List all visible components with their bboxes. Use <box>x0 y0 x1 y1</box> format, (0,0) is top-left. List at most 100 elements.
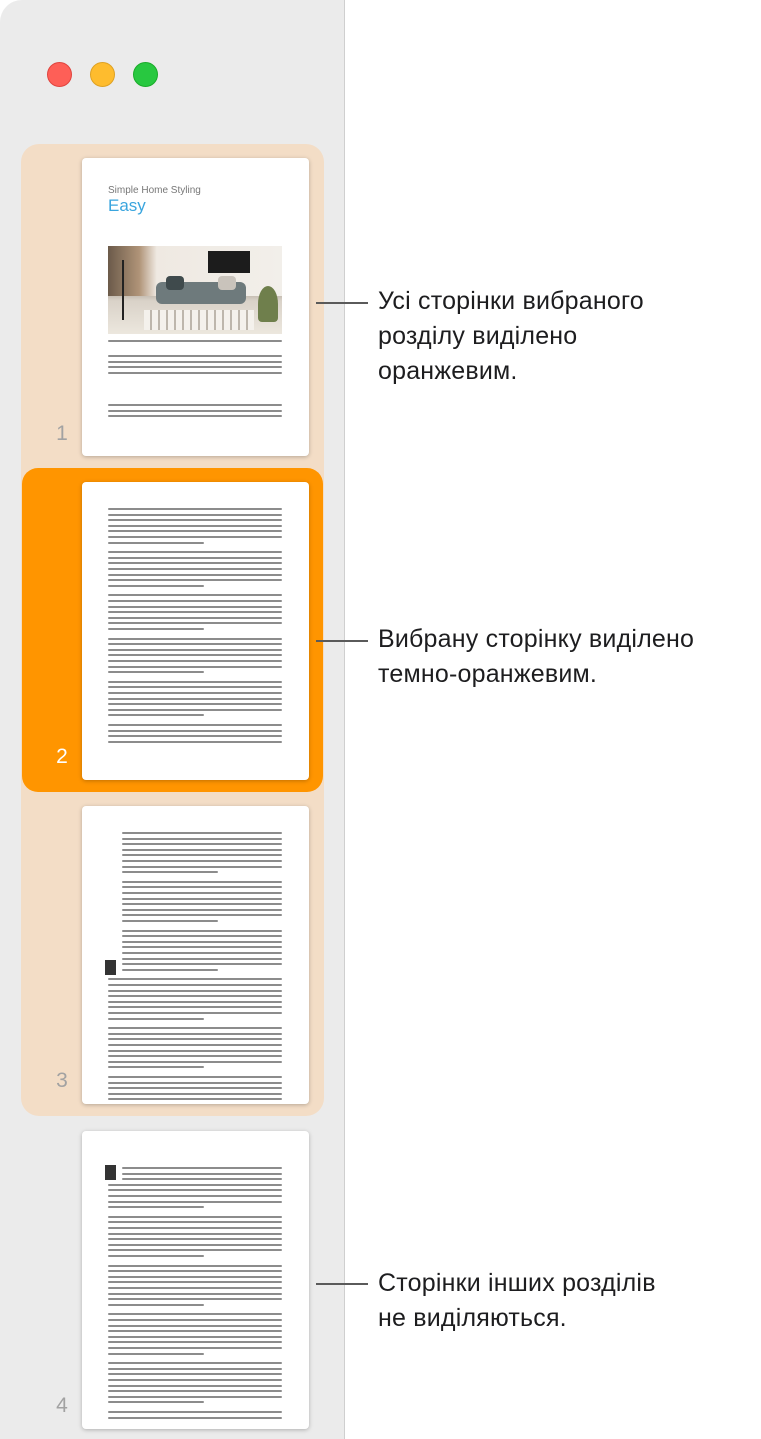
text-line <box>108 1215 282 1218</box>
page-thumbnail-2[interactable] <box>82 482 309 780</box>
text-line <box>108 735 282 738</box>
text-line <box>108 1032 282 1035</box>
text-line <box>108 1000 282 1003</box>
text-line <box>108 714 204 717</box>
text-line <box>122 914 282 917</box>
text-line <box>122 843 282 846</box>
text-line <box>122 871 218 874</box>
text-line <box>122 854 282 857</box>
text-line <box>122 952 282 954</box>
text-line <box>108 551 282 554</box>
text-line <box>108 340 282 342</box>
text-line <box>108 1270 282 1273</box>
text-line <box>108 671 204 674</box>
text-line <box>108 729 282 732</box>
text-line <box>108 1275 282 1278</box>
text-line <box>108 1255 204 1257</box>
text-line <box>108 1221 282 1224</box>
text-line <box>108 1319 282 1321</box>
text-line <box>108 654 282 657</box>
text-line <box>108 1006 282 1009</box>
text-line <box>108 1347 282 1349</box>
text-line <box>108 1243 282 1246</box>
text-line <box>108 637 282 640</box>
living-room-photo <box>108 246 282 334</box>
text-line <box>108 1367 282 1370</box>
text-line <box>108 1012 282 1014</box>
text-line <box>108 366 282 369</box>
text-line <box>108 584 204 587</box>
drop-cap <box>105 960 116 975</box>
drop-cap <box>105 1165 116 1180</box>
text-line <box>108 692 282 694</box>
text-line <box>108 415 282 418</box>
text-line <box>108 1416 282 1419</box>
text-line <box>108 1066 204 1069</box>
text-line <box>108 513 282 516</box>
text-line <box>108 1264 282 1267</box>
text-line <box>108 1017 204 1020</box>
text-line <box>108 740 282 743</box>
text-line <box>108 1373 282 1376</box>
text-line <box>108 1060 282 1063</box>
text-line <box>108 1303 204 1306</box>
text-line <box>108 1189 282 1192</box>
text-line <box>108 1098 282 1101</box>
text-line <box>108 1292 282 1295</box>
text-line <box>108 355 282 357</box>
text-line <box>108 611 282 614</box>
text-line <box>108 622 282 625</box>
text-line <box>108 1298 282 1301</box>
text-line <box>108 1092 282 1095</box>
text-line <box>108 1287 282 1289</box>
text-line <box>108 1352 204 1355</box>
text-line <box>108 648 282 651</box>
callout-line-section <box>316 302 368 304</box>
text-line <box>108 703 282 706</box>
text-line <box>108 594 282 597</box>
text-line <box>108 1206 204 1209</box>
text-line <box>108 404 282 406</box>
text-line <box>122 848 282 851</box>
text-line <box>122 1172 282 1175</box>
text-line <box>108 573 282 576</box>
text-line <box>108 1055 282 1058</box>
text-line <box>122 908 282 911</box>
zoom-window-button[interactable] <box>133 62 158 87</box>
text-line <box>108 579 282 582</box>
text-line <box>108 686 282 689</box>
text-line <box>122 880 282 883</box>
text-line <box>122 929 282 932</box>
text-line <box>108 562 282 565</box>
text-line <box>108 556 282 559</box>
text-line <box>108 508 282 510</box>
page-thumbnails-sidebar: 1 Simple Home Styling Easy 2 3 4 <box>0 0 345 1439</box>
close-window-button[interactable] <box>47 62 72 87</box>
text-line <box>108 680 282 683</box>
minimize-window-button[interactable] <box>90 62 115 87</box>
text-line <box>122 1167 282 1169</box>
page-thumbnail-4[interactable] <box>82 1131 309 1429</box>
callout-selected-page: Вибрану сторінку виділено темно-оранжеви… <box>378 625 695 688</box>
page-thumbnail-3[interactable] <box>82 806 309 1104</box>
text-line <box>108 1249 282 1252</box>
text-line <box>122 903 282 906</box>
text-line <box>108 536 282 538</box>
text-line <box>108 1390 282 1393</box>
text-line <box>108 1183 282 1186</box>
text-line <box>122 886 282 889</box>
callout-section-highlight: Усі сторінки вибраного розділу виділено … <box>378 287 644 385</box>
text-line <box>108 1038 282 1041</box>
page-thumbnail-1[interactable]: Simple Home Styling Easy <box>82 158 309 456</box>
text-line <box>108 660 282 662</box>
text-line <box>108 724 282 726</box>
text-line <box>122 957 282 960</box>
text-line <box>122 920 218 922</box>
text-line <box>108 409 282 412</box>
page-1-title: Easy <box>108 196 146 215</box>
text-line <box>108 616 282 619</box>
text-line <box>108 1313 282 1316</box>
text-line <box>122 897 282 900</box>
text-line <box>122 860 282 862</box>
text-line <box>108 1335 282 1338</box>
